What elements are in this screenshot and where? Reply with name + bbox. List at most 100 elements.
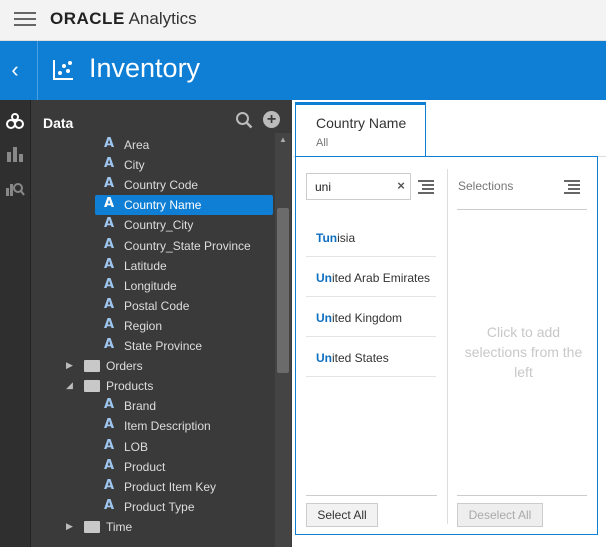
scroll-thumb[interactable] [277,208,289,373]
deselect-all-button[interactable]: Deselect All [457,503,543,527]
selections-empty-hint[interactable]: Click to add selections from the left [457,322,590,382]
select-all-button[interactable]: Select All [306,503,378,527]
tree-attribute-item[interactable]: A Product Item Key [31,477,275,497]
analytics-search-icon[interactable] [5,178,25,198]
data-panel-scrollbar[interactable]: ▲ [275,133,291,547]
tree-attribute-item[interactable]: A Longitude [31,276,275,296]
back-chevron-icon[interactable]: ‹ [0,41,30,100]
tree-attribute-item[interactable]: A City [31,155,275,175]
filter-search-box: × [306,173,411,200]
filter-value-option[interactable]: United Arab Emirates [306,257,436,297]
folder-icon [84,380,100,393]
tree-item-label: Country Name [124,198,202,213]
tree-item-label: Orders [106,359,143,374]
tree-attribute-item[interactable]: A Item Description [31,416,275,436]
filter-value-rest: isia [337,231,356,245]
filter-chip-country-name[interactable]: Country Name All [295,102,426,158]
attribute-type-icon: A [104,337,115,352]
folder-icon [84,520,100,533]
filter-value-rest: ited Arab Emirates [332,271,431,285]
tree-item-label: Country_State Province [124,238,251,253]
add-data-icon[interactable]: + [263,111,280,128]
tree-attribute-item[interactable]: A Area [31,135,275,155]
data-panel-title: Data [43,115,74,131]
tree-attribute-item[interactable]: A Brand [31,396,275,416]
folder-icon [84,360,100,373]
attribute-type-icon: A [104,397,115,413]
selections-options-icon[interactable] [564,180,580,194]
expand-arrow-icon[interactable]: ▶ [66,360,73,371]
search-icon[interactable] [235,111,253,129]
filter-value-rest: ited States [332,351,389,365]
data-elements-icon[interactable] [5,112,25,132]
tree-item-label: Postal Code [124,298,190,313]
brand-logo: ORACLE Analytics [50,9,197,28]
tree-attribute-item[interactable]: A LOB [31,437,275,457]
list-options-icon[interactable] [418,180,434,194]
filter-value-rest: ited Kingdom [332,311,403,325]
filter-bar: Country Name All [293,100,606,158]
tree-attribute-item[interactable]: A Product Type [31,497,275,517]
tree-item-label: Region [124,318,163,333]
expand-arrow-icon[interactable]: ▶ [66,521,73,532]
hamburger-menu-icon[interactable] [14,12,36,28]
selections-footer-divider [457,495,587,496]
attribute-type-icon: A [104,276,115,292]
attribute-type-icon: A [104,156,115,172]
filter-value-label: Tunisia [316,231,355,245]
project-header: ‹ Inventory [0,41,606,100]
attribute-type-icon: A [104,176,115,192]
tree-folder-item[interactable]: ▶ Time [31,517,275,537]
filter-value-option[interactable]: United States [306,337,436,377]
tree-attribute-item[interactable]: A Product [31,457,275,477]
scroll-up-arrow-icon[interactable]: ▲ [275,133,291,147]
tree-attribute-item[interactable]: A Region [31,316,275,336]
tree-item-label: LOB [124,439,149,454]
tree-item-label: Area [124,138,150,152]
filter-value-option[interactable]: Tunisia [306,217,436,257]
tree-item-label: Brand [124,399,157,414]
attribute-type-icon: A [104,296,115,312]
filter-value-option[interactable]: United Kingdom [306,297,436,337]
search-match-highlight: Un [316,351,332,365]
attribute-type-icon: A [104,437,115,453]
search-match-highlight: Tun [316,231,338,245]
tree-attribute-item[interactable]: A Country_City [31,215,275,235]
tree-attribute-item[interactable]: A Country_State Province [31,236,275,256]
top-bar: ORACLE Analytics [0,0,606,41]
tree-attribute-item[interactable]: A Country Code [31,175,275,195]
tree-item-label: Product Item Key [124,479,217,494]
filter-popup: × TunisiaUnited Arab EmiratesUnited King… [295,156,598,535]
clear-icon[interactable]: × [393,178,409,194]
scatter-chart-icon [53,60,73,80]
attribute-type-icon: A [104,457,115,473]
attribute-type-icon: A [104,196,115,212]
tree-attribute-item[interactable]: A Country Name [95,195,273,216]
tree-attribute-item[interactable]: A Latitude [31,256,275,276]
filter-search-input[interactable] [307,174,393,199]
filter-chip-value: All [316,137,329,149]
project-title: Inventory [89,53,201,83]
tree-folder-item[interactable]: ▶ Orders [31,356,275,376]
tree-attribute-item[interactable]: A Postal Code [31,296,275,316]
attribute-type-icon: A [104,497,115,513]
filter-value-label: United Arab Emirates [316,271,430,285]
collapse-arrow-icon[interactable]: ◢ [66,380,73,391]
attribute-type-icon: A [104,136,115,151]
tree-attribute-item[interactable]: A State Province [31,336,275,356]
attribute-type-icon: A [104,417,115,433]
header-divider [37,41,38,100]
attribute-type-icon: A [104,316,115,332]
tree-item-label: Item Description [124,419,211,434]
visualizations-icon[interactable] [5,144,25,164]
filter-value-label: United States [316,351,389,365]
tree-item-label: Longitude [124,278,177,293]
tree-item-label: Products [106,379,154,394]
search-match-highlight: Un [316,271,332,285]
tree-item-label: Product [124,459,166,474]
attribute-type-icon: A [104,216,115,232]
tree-folder-item[interactable]: ◢ Products [31,376,275,396]
left-icon-rail [0,100,30,547]
values-footer-divider [306,495,437,496]
tree-item-label: City [124,158,145,173]
